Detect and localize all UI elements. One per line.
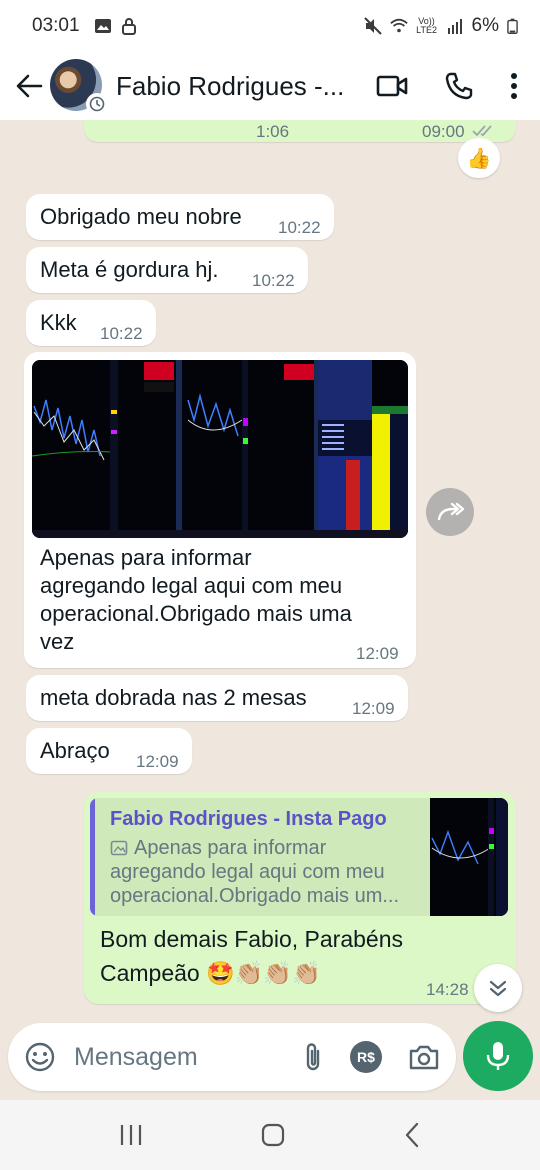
incoming-message[interactable]: Obrigado meu nobre 10:22 (26, 194, 334, 240)
incoming-message[interactable]: Abraço 12:09 (26, 728, 192, 774)
quote-author: Fabio Rodrigues - Insta Pago (110, 808, 387, 830)
voice-message-button[interactable] (463, 1021, 533, 1091)
back-nav-icon[interactable] (402, 1122, 422, 1148)
arrow-left-icon (16, 74, 43, 98)
back-button[interactable] (12, 69, 46, 103)
message-text: Abraço (40, 738, 110, 763)
double-check-icon (472, 125, 492, 137)
status-bar: 03:01 Vo)) LTE2 6% (0, 0, 540, 52)
status-time: 03:01 (32, 15, 80, 36)
trading-screenshot-image[interactable] (32, 360, 408, 538)
system-nav-bar (0, 1100, 540, 1170)
message-time: 10:22 (252, 271, 295, 290)
forward-icon (437, 502, 465, 521)
photo-icon (110, 840, 128, 856)
message-time: 12:09 (352, 699, 395, 718)
message-text: meta dobrada nas 2 mesas (40, 685, 307, 710)
message-input[interactable]: Mensagem (74, 1043, 302, 1072)
gallery-icon (94, 19, 111, 33)
recent-apps-icon[interactable] (118, 1123, 144, 1147)
reaction-badge[interactable]: 👍 (458, 138, 500, 178)
attach-icon[interactable] (302, 1041, 324, 1073)
contact-name[interactable]: Fabio Rodrigues -... (116, 71, 346, 102)
message-time: 12:09 (356, 644, 399, 663)
incoming-message[interactable]: Meta é gordura hj. 10:22 (26, 247, 308, 293)
battery-icon (507, 18, 518, 35)
quoted-message[interactable]: Fabio Rodrigues - Insta Pago Apenas para… (90, 798, 508, 916)
message-time: 10:22 (100, 324, 143, 343)
message-text: Kkk (40, 310, 77, 335)
message-input-bar: Mensagem R$ (8, 1023, 456, 1091)
network-label: Vo)) LTE2 (416, 16, 437, 35)
message-text: Obrigado meu nobre (40, 204, 242, 229)
quote-text: Apenas para informar agregando legal aqu… (110, 837, 400, 907)
wifi-icon (389, 18, 408, 33)
forward-button[interactable] (426, 488, 474, 536)
double-chevron-down-icon (489, 980, 507, 997)
home-icon[interactable] (260, 1122, 286, 1148)
disappearing-timer-icon (86, 93, 108, 115)
chat-header: Fabio Rodrigues -... (0, 52, 540, 120)
message-text: Meta é gordura hj. (40, 257, 219, 282)
contact-avatar[interactable] (50, 59, 108, 115)
chat-area[interactable]: 1:06 09:00 👍 Obrigado meu nobre 10:22 Me… (0, 120, 540, 1020)
message-time: 12:09 (136, 752, 179, 771)
scroll-to-bottom-button[interactable] (474, 964, 522, 1012)
voice-call-icon[interactable] (444, 71, 474, 101)
message-time: 14:28 (426, 980, 469, 999)
emoji-icon[interactable] (24, 1041, 56, 1073)
video-call-icon[interactable] (376, 74, 408, 98)
quote-thumbnail (430, 798, 508, 916)
incoming-image-message[interactable]: Apenas para informar agregando legal aqu… (24, 352, 416, 668)
mute-icon (363, 17, 382, 35)
message-time: 10:22 (278, 218, 321, 237)
battery-percent: 6% (471, 15, 499, 36)
lock-icon (121, 18, 136, 35)
message-time: 1:06 (256, 122, 290, 141)
outgoing-reply-message[interactable]: Fabio Rodrigues - Insta Pago Apenas para… (84, 792, 516, 1004)
microphone-icon (486, 1042, 510, 1070)
message-time: 09:00 (422, 122, 465, 141)
incoming-message[interactable]: Kkk 10:22 (26, 300, 156, 346)
camera-icon[interactable] (408, 1043, 440, 1071)
reply-text: Bom demais Fabio, Parabéns Campeão 🤩👏🏼👏🏼… (100, 926, 403, 986)
signal-icon (447, 19, 462, 34)
more-options-icon[interactable] (510, 72, 518, 100)
payment-icon[interactable]: R$ (350, 1041, 382, 1073)
image-caption: Apenas para informar agregando legal aqu… (40, 545, 352, 654)
incoming-message[interactable]: meta dobrada nas 2 mesas 12:09 (26, 675, 408, 721)
partial-outgoing-message[interactable]: 1:06 09:00 (84, 120, 516, 142)
